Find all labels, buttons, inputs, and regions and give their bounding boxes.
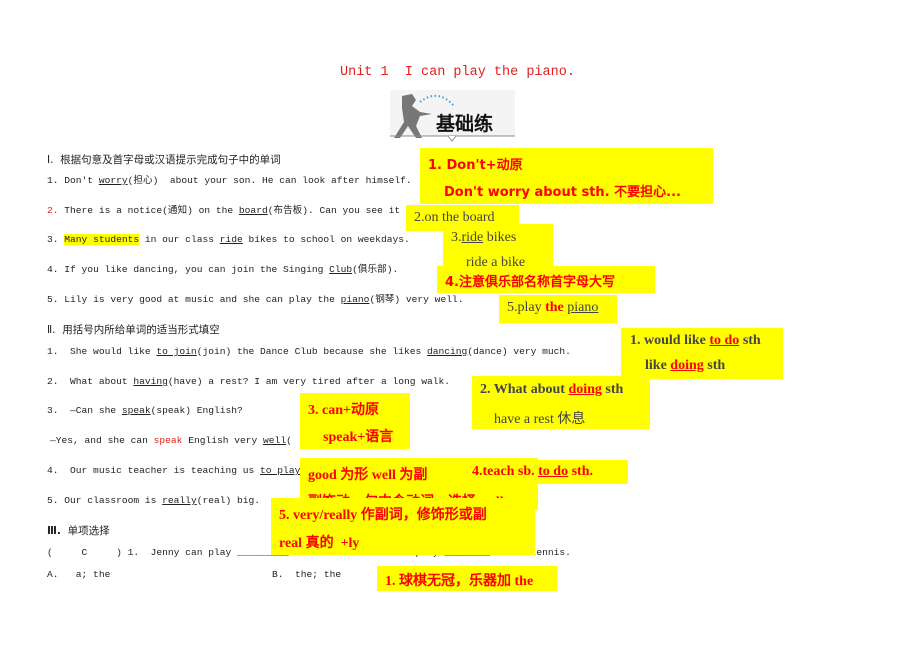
note-would-like: 1. would like to do sth like doing sth <box>621 328 783 379</box>
sec2-item-1: 1. She would like to join(join) the Danc… <box>47 346 571 357</box>
section-1-heading: Ⅰ. 根据句意及首字母或汉语提示完成句子中的单词 <box>47 154 281 166</box>
note-instruments-the: 1. 球棋无冠，乐器加 the <box>377 566 557 591</box>
note-can-speak: 3. can+动原 speak+语言 <box>300 393 410 449</box>
sec2-item-5: 5. Our classroom is really(real) big. <box>47 495 261 506</box>
sec1-item-3: 3. Many students in our class ride bikes… <box>47 234 410 245</box>
option-a: A. a; the <box>47 569 111 580</box>
sec1-item-2: 2. There is a notice(通知) on the board(布告… <box>47 205 401 216</box>
sec1-item-4: 4. If you like dancing, you can join the… <box>47 264 399 275</box>
document-page: Unit 1 I can play the piano. 基础练 Ⅰ. 根据句意… <box>0 0 920 651</box>
sec2-item-2: 2. What about having(have) a rest? I am … <box>47 376 451 387</box>
section-3-heading: Ⅲ. 单项选择 <box>47 525 110 537</box>
note-1-dont: 1. Don't+动原 Don't worry about sth. 不要担心.… <box>420 148 713 204</box>
note-2-board: 2.on the board <box>406 205 519 231</box>
note-what-about: 2. What about doing sth have a rest 休息 <box>472 376 650 429</box>
section-2-heading: Ⅱ. 用括号内所给单词的适当形式填空 <box>47 324 220 336</box>
unit-title: Unit 1 I can play the piano. <box>340 65 575 80</box>
logo-text: 基础练 <box>435 112 493 135</box>
sec2-item-3-answer: —Yes, and she can speak English very wel… <box>50 435 292 446</box>
sec2-item-4: 4. Our music teacher is teaching us to p… <box>47 465 301 476</box>
note-teach: 4.teach sb. to do sth. <box>470 460 628 484</box>
sec2-item-3: 3. —Can she speak(speak) English? <box>47 405 243 416</box>
sec1-item-5: 5. Lily is very good at music and she ca… <box>47 294 464 305</box>
sec1-item-1: 1. Don't worry(担心) about your son. He ca… <box>47 175 412 186</box>
option-b: B. the; the <box>272 569 342 580</box>
note-5-piano: 5.play the piano <box>499 295 617 323</box>
basic-practice-logo: 基础练 <box>390 90 515 142</box>
note-very-really: 5. very/really 作副词，修饰形或副 real 真的 +ly <box>271 498 535 555</box>
note-4-club: 4.注意俱乐部名称首字母大写 <box>437 266 655 293</box>
